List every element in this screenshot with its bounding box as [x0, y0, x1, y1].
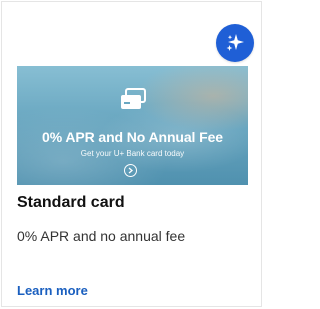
credit-card-icon — [120, 88, 148, 117]
card-title: Standard card — [17, 194, 125, 211]
sparkle-icon[interactable] — [216, 24, 254, 62]
promo-banner[interactable]: 0% APR and No Annual Fee Get your U+ Ban… — [17, 66, 248, 185]
learn-more-link[interactable]: Learn more — [17, 283, 88, 298]
promo-headline: 0% APR and No Annual Fee — [42, 129, 223, 145]
chevron-right-circle-icon[interactable] — [124, 164, 137, 177]
card-description: 0% APR and no annual fee — [17, 228, 186, 244]
promo-subline: Get your U+ Bank card today — [80, 149, 185, 158]
